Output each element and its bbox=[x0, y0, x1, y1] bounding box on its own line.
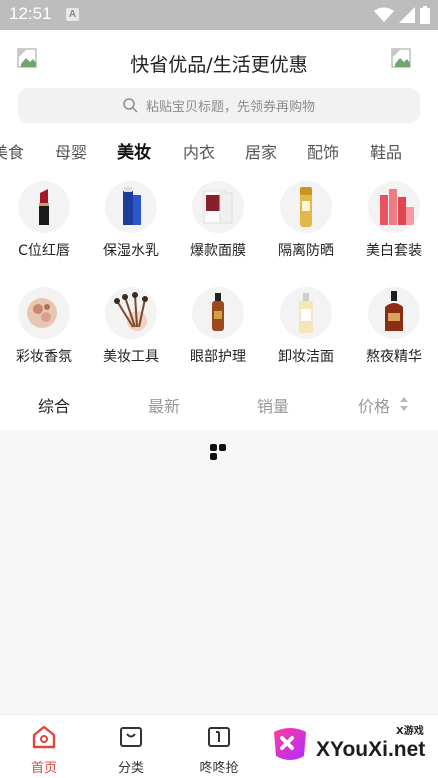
grid-label: 隔离防晒 bbox=[278, 243, 334, 259]
tab-beauty[interactable]: 美妆 bbox=[117, 138, 151, 163]
notification-a-icon: A bbox=[66, 8, 79, 21]
grid-item-cleanser[interactable]: 卸妆洁面 bbox=[266, 287, 346, 366]
whitening-set-icon bbox=[368, 181, 420, 233]
watermark-logo-icon bbox=[274, 728, 306, 760]
serum-icon bbox=[368, 287, 420, 339]
grid-label: 美白套装 bbox=[366, 243, 422, 259]
status-time: 12:51 bbox=[9, 4, 52, 23]
page-title: 快省优品/生活更优惠 bbox=[130, 54, 308, 76]
watermark: X游戏 XYouXi.net bbox=[268, 718, 438, 776]
watermark-small-text: X游戏 bbox=[396, 726, 424, 737]
flash-sale-icon bbox=[208, 727, 230, 747]
grid-item-eye-care[interactable]: 眼部护理 bbox=[178, 287, 258, 366]
grid-item-face-mask[interactable]: 爆款面膜 bbox=[178, 181, 258, 260]
product-list-area bbox=[0, 430, 438, 714]
header: 快省优品/生活更优惠 bbox=[0, 30, 438, 88]
search-icon bbox=[123, 98, 138, 113]
home-icon bbox=[32, 725, 56, 749]
watermark-text: XYouXi.net bbox=[316, 738, 426, 761]
category-tabs: 美食 母婴 美妆 内衣 居家 配饰 鞋品 bbox=[0, 134, 438, 168]
grid-item-makeup-brushes[interactable]: 美妆工具 bbox=[91, 287, 171, 366]
grid-item-makeup-palette[interactable]: 彩妆香氛 bbox=[4, 287, 84, 366]
sort-price[interactable]: 价格 bbox=[358, 393, 390, 417]
status-icons bbox=[374, 5, 430, 25]
sort-bar: 综合 最新 销量 价格 bbox=[0, 384, 438, 424]
grid-label: 眼部护理 bbox=[190, 349, 246, 365]
grid-label: 保湿水乳 bbox=[103, 243, 159, 259]
tab-home[interactable]: 居家 bbox=[245, 139, 277, 163]
sort-sales[interactable]: 销量 bbox=[257, 393, 289, 417]
sunscreen-icon bbox=[280, 181, 332, 233]
signal-icon bbox=[399, 7, 415, 23]
nav-category[interactable]: 分类 bbox=[96, 723, 166, 776]
lotion-icon bbox=[105, 181, 157, 233]
category-bag-icon bbox=[120, 727, 142, 747]
grid-item-whitening-set[interactable]: 美白套装 bbox=[354, 181, 434, 260]
loading-icon bbox=[210, 444, 226, 460]
face-mask-icon bbox=[192, 181, 244, 233]
nav-flash-sale-label: 咚咚抢 bbox=[199, 761, 239, 776]
sort-comprehensive[interactable]: 综合 bbox=[38, 393, 70, 417]
grid-item-lipstick[interactable]: C位红唇 bbox=[4, 181, 84, 260]
broken-image-right-icon[interactable] bbox=[391, 48, 411, 68]
sort-newest[interactable]: 最新 bbox=[148, 393, 180, 417]
grid-label: 美妆工具 bbox=[103, 349, 159, 365]
nav-flash-sale[interactable]: 咚咚抢 bbox=[184, 723, 254, 776]
nav-home-label: 首页 bbox=[30, 761, 57, 776]
grid-label: 熬夜精华 bbox=[366, 349, 422, 365]
grid-label: 爆款面膜 bbox=[190, 243, 246, 259]
sort-arrows-icon[interactable] bbox=[399, 396, 409, 412]
cleanser-icon bbox=[280, 287, 332, 339]
status-bar: 12:51 A bbox=[0, 0, 438, 30]
tab-food[interactable]: 美食 bbox=[0, 139, 24, 163]
grid-label: 彩妆香氛 bbox=[16, 349, 72, 365]
grid-item-lotion[interactable]: 保湿水乳 bbox=[91, 181, 171, 260]
search-placeholder: 粘贴宝贝标题，先领券再购物 bbox=[145, 100, 315, 115]
grid-label: C位红唇 bbox=[18, 243, 70, 259]
tab-underwear[interactable]: 内衣 bbox=[183, 139, 215, 163]
nav-home[interactable]: 首页 bbox=[9, 723, 79, 776]
nav-category-label: 分类 bbox=[117, 761, 144, 776]
lipstick-icon bbox=[18, 181, 70, 233]
search-bar[interactable]: 粘贴宝贝标题，先领券再购物 bbox=[18, 88, 420, 123]
tab-shoes[interactable]: 鞋品 bbox=[370, 139, 402, 163]
tab-mother-baby[interactable]: 母婴 bbox=[55, 139, 87, 163]
eye-care-icon bbox=[192, 287, 244, 339]
grid-item-serum[interactable]: 熬夜精华 bbox=[354, 287, 434, 366]
makeup-palette-icon bbox=[18, 287, 70, 339]
grid-item-sunscreen[interactable]: 隔离防晒 bbox=[266, 181, 346, 260]
grid-label: 卸妆洁面 bbox=[278, 349, 334, 365]
wifi-icon bbox=[374, 7, 394, 22]
makeup-brushes-icon bbox=[105, 287, 157, 339]
battery-icon bbox=[420, 6, 430, 24]
tab-accessories[interactable]: 配饰 bbox=[307, 139, 339, 163]
